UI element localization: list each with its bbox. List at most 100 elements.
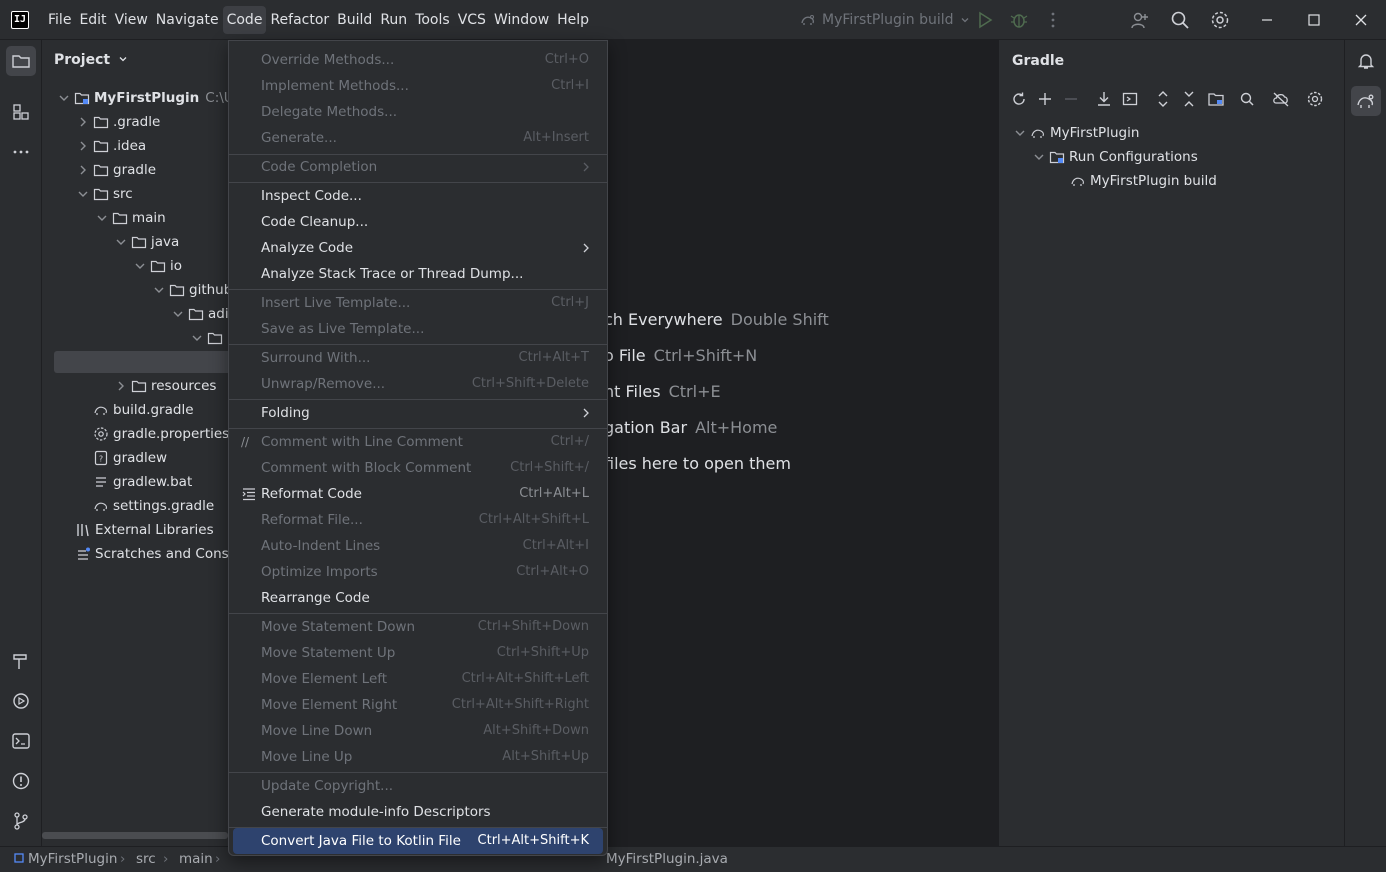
menu-item-override-methods[interactable]: Override Methods... Ctrl+O	[233, 47, 603, 73]
project-tool-button[interactable]	[6, 46, 36, 76]
tree-item-build-gradle[interactable]: build.gradle	[93, 398, 194, 422]
add-icon[interactable]	[1036, 90, 1054, 108]
menu-item-generate[interactable]: Generate... Alt+Insert	[233, 125, 603, 151]
menu-item-reformat-file[interactable]: Reformat File... Ctrl+Alt+Shift+L	[233, 507, 603, 533]
build-tool-button[interactable]	[6, 646, 36, 676]
tree-item-gradle-dir[interactable]: .gradle	[75, 110, 160, 134]
maximize-icon[interactable]	[1291, 0, 1337, 40]
breadcrumb-src[interactable]: src	[136, 848, 156, 870]
debug-icon[interactable]	[1009, 10, 1029, 30]
gradle-settings-icon[interactable]	[1306, 90, 1324, 108]
tree-item-gradlew[interactable]: ? gradlew	[93, 446, 167, 470]
menu-view[interactable]: View	[111, 6, 152, 34]
menu-item-reformat-code[interactable]: Reformat Code Ctrl+Alt+L	[233, 481, 603, 507]
menu-navigate[interactable]: Navigate	[152, 6, 223, 34]
remove-icon[interactable]	[1062, 90, 1080, 108]
menu-edit[interactable]: Edit	[75, 6, 110, 34]
horizontal-scrollbar[interactable]	[42, 832, 228, 839]
menu-item-move-line-down[interactable]: Move Line Down Alt+Shift+Down	[233, 718, 603, 744]
menu-item-auto-indent[interactable]: Auto-Indent Lines Ctrl+Alt+I	[233, 533, 603, 559]
tree-item-main[interactable]: main	[94, 206, 166, 230]
tree-item-resources[interactable]: resources	[113, 374, 216, 398]
add-user-icon[interactable]	[1130, 10, 1150, 30]
tree-item-adi[interactable]: adi	[170, 302, 228, 326]
run-icon[interactable]	[975, 10, 995, 30]
tree-item-project-root[interactable]: MyFirstPluginC:\Use	[56, 86, 228, 110]
menu-item-surround-with[interactable]: Surround With... Ctrl+Alt+T	[233, 345, 603, 371]
menu-item-folding[interactable]: Folding	[233, 400, 603, 426]
menu-item-analyze-code[interactable]: Analyze Code	[233, 235, 603, 261]
tree-item-settings-gradle[interactable]: settings.gradle	[93, 494, 214, 518]
gradle-tree-run-configurations[interactable]: Run Configurations	[1031, 145, 1198, 169]
more-vertical-icon[interactable]	[1043, 10, 1063, 30]
menu-window[interactable]: Window	[490, 6, 553, 34]
menu-item-move-element-right[interactable]: Move Element Right Ctrl+Alt+Shift+Right	[233, 692, 603, 718]
menu-file[interactable]: File	[44, 6, 75, 34]
menu-item-comment-line[interactable]: // Comment with Line Comment Ctrl+/	[233, 429, 603, 455]
menu-item-inspect-code[interactable]: Inspect Code...	[233, 183, 603, 209]
execute-task-icon[interactable]	[1121, 90, 1139, 108]
tree-item-gradle-wrapper-dir[interactable]: gradle	[75, 158, 156, 182]
minimize-icon[interactable]	[1244, 0, 1290, 40]
menu-item-optimize-imports[interactable]: Optimize Imports Ctrl+Alt+O	[233, 559, 603, 585]
group-modules-icon[interactable]	[1207, 90, 1225, 108]
dependency-analyzer-icon[interactable]	[1238, 90, 1256, 108]
menu-item-rearrange-code[interactable]: Rearrange Code	[233, 585, 603, 611]
collapse-all-icon[interactable]	[1180, 90, 1198, 108]
more-tools-button[interactable]	[6, 137, 36, 167]
menu-item-unwrap-remove[interactable]: Unwrap/Remove... Ctrl+Shift+Delete	[233, 371, 603, 397]
expand-all-icon[interactable]	[1154, 90, 1172, 108]
download-icon[interactable]	[1095, 90, 1113, 108]
run-config-selector[interactable]: MyFirstPlugin build	[800, 8, 970, 32]
notifications-button[interactable]	[1351, 46, 1381, 76]
tree-item-gradlew-bat[interactable]: gradlew.bat	[93, 470, 192, 494]
menu-refactor[interactable]: Refactor	[266, 6, 333, 34]
close-icon[interactable]	[1338, 0, 1384, 40]
menu-item-implement-methods[interactable]: Implement Methods... Ctrl+I	[233, 73, 603, 99]
tree-item-src[interactable]: src	[75, 182, 133, 206]
tree-item-external-libraries[interactable]: External Libraries	[75, 518, 214, 542]
gear-icon[interactable]	[1210, 10, 1230, 30]
menu-build[interactable]: Build	[333, 6, 376, 34]
menu-item-code-cleanup[interactable]: Code Cleanup...	[233, 209, 603, 235]
menu-item-move-element-left[interactable]: Move Element Left Ctrl+Alt+Shift+Left	[233, 666, 603, 692]
tree-item-gradle-properties[interactable]: gradle.properties	[93, 422, 228, 446]
tree-item-github[interactable]: github	[151, 278, 228, 302]
selected-tree-row[interactable]	[54, 351, 228, 373]
search-icon[interactable]	[1170, 10, 1190, 30]
menu-item-generate-module-info[interactable]: Generate module-info Descriptors	[233, 799, 603, 825]
reload-icon[interactable]	[1010, 90, 1028, 108]
tree-item-java[interactable]: java	[113, 230, 179, 254]
menu-item-update-copyright[interactable]: Update Copyright...	[233, 773, 603, 799]
git-tool-button[interactable]	[6, 806, 36, 836]
problems-tool-button[interactable]	[6, 766, 36, 796]
tree-item-scratches[interactable]: Scratches and Conso	[75, 542, 228, 566]
menu-run[interactable]: Run	[376, 6, 411, 34]
services-tool-button[interactable]	[6, 686, 36, 716]
menu-tools[interactable]: Tools	[411, 6, 454, 34]
menu-item-analyze-stack-trace[interactable]: Analyze Stack Trace or Thread Dump...	[233, 261, 603, 287]
offline-mode-icon[interactable]	[1272, 90, 1290, 108]
project-panel-title[interactable]: Project	[54, 52, 128, 68]
breadcrumb-project[interactable]: MyFirstPlugin	[28, 848, 117, 870]
breadcrumb-main[interactable]: main	[179, 848, 213, 870]
menu-item-code-completion[interactable]: Code Completion	[233, 154, 603, 180]
menu-item-save-as-live-template[interactable]: Save as Live Template...	[233, 316, 603, 342]
gradle-tree-build-config[interactable]: MyFirstPlugin build	[1070, 169, 1217, 193]
tree-item-io[interactable]: io	[132, 254, 182, 278]
tree-item-package[interactable]	[189, 326, 227, 350]
menu-help[interactable]: Help	[553, 6, 593, 34]
tree-item-idea-dir[interactable]: .idea	[75, 134, 146, 158]
menu-item-insert-live-template[interactable]: Insert Live Template... Ctrl+J	[233, 290, 603, 316]
intellij-logo-icon[interactable]: IJ	[11, 11, 29, 29]
menu-vcs[interactable]: VCS	[454, 6, 490, 34]
menu-item-move-line-up[interactable]: Move Line Up Alt+Shift+Up	[233, 744, 603, 770]
terminal-tool-button[interactable]	[6, 726, 36, 756]
gradle-tool-button[interactable]	[1351, 86, 1381, 116]
menu-item-convert-java-to-kotlin[interactable]: Convert Java File to Kotlin File Ctrl+Alt…	[233, 828, 603, 854]
menu-item-comment-block[interactable]: Comment with Block Comment Ctrl+Shift+/	[233, 455, 603, 481]
structure-tool-button[interactable]	[6, 97, 36, 127]
gradle-tree-project[interactable]: MyFirstPlugin	[1012, 121, 1139, 145]
menu-code[interactable]: Code	[222, 6, 267, 34]
breadcrumb-file[interactable]: MyFirstPlugin.java	[606, 848, 728, 870]
